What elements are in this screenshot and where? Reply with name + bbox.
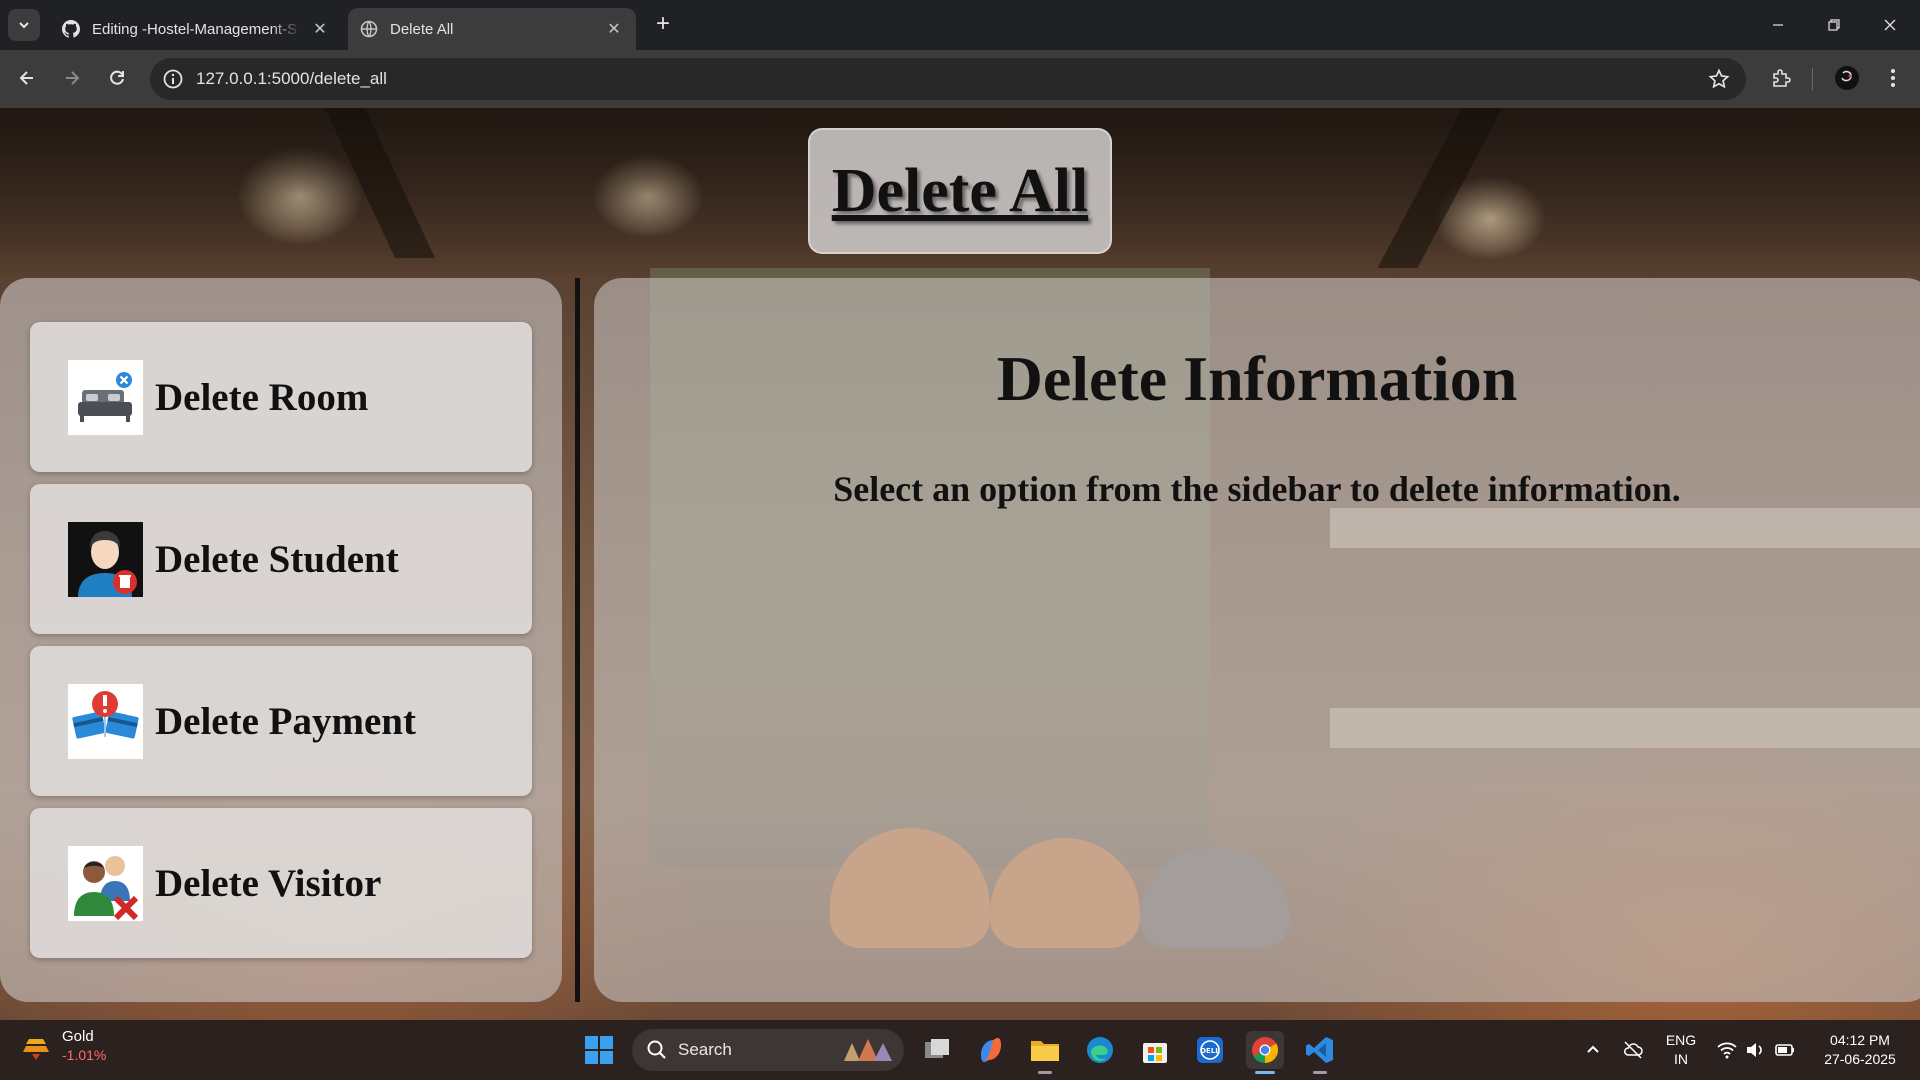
restore-icon [1828,19,1840,31]
windows-taskbar: Gold -1.01% Search DELL ENG IN 04:12 PM … [0,1020,1920,1080]
tab-title: Editing -Hostel-Management-S [92,20,298,38]
new-tab-button[interactable]: + [650,12,676,38]
back-button[interactable] [10,61,44,95]
page-title-box: Delete All [808,128,1112,254]
widget-change: -1.01% [62,1047,107,1063]
clock-time: 04:12 PM [1830,1032,1890,1048]
toolbar-separator [1812,68,1813,90]
language-indicator[interactable]: ENG IN [1662,1031,1700,1069]
chrome-button[interactable] [1246,1031,1284,1069]
site-info-icon[interactable] [162,68,184,90]
edge-button[interactable] [1081,1031,1119,1069]
dell-icon: DELL [1197,1037,1223,1063]
stock-widget[interactable]: Gold -1.01% [20,1028,106,1064]
profile-button[interactable] [1832,63,1862,93]
main-instructions: Select an option from the sidebar to del… [833,469,1681,509]
arrow-right-icon [66,71,80,85]
delete-payment-button[interactable]: Delete Payment [30,646,532,796]
tab-search-button[interactable] [8,9,40,41]
search-label: Search [678,1040,732,1059]
dell-app-button[interactable]: DELL [1191,1031,1229,1069]
reload-button[interactable] [100,61,134,95]
restore-button[interactable] [1806,0,1862,50]
delete-room-button[interactable]: Delete Room [30,322,532,472]
bed-delete-icon [68,359,143,435]
page-title: Delete All [831,156,1089,225]
close-tab-icon[interactable]: ✕ [604,19,624,39]
more-vertical-icon [1891,69,1895,87]
search-highlight-icon [844,1039,892,1061]
student-delete-icon [68,521,143,597]
minimize-button[interactable] [1750,0,1806,50]
close-icon [1884,19,1896,31]
browser-toolbar: 127.0.0.1:5000/delete_all [0,50,1920,108]
volume-icon[interactable] [1744,1039,1766,1061]
reload-icon [110,70,124,85]
visitor-delete-icon [68,845,143,921]
cloud-offline-icon[interactable] [1622,1039,1644,1061]
file-explorer-button[interactable] [1026,1031,1064,1069]
gold-bars-icon [23,1039,49,1060]
main-panel: Delete Information Select an option from… [594,278,1920,1002]
copilot-icon [981,1038,1001,1062]
svg-text:DELL: DELL [1200,1047,1220,1055]
sidebar-divider [575,278,580,1002]
folder-icon [1031,1041,1059,1061]
clock[interactable]: 04:12 PM 27-06-2025 [1812,1031,1908,1069]
puzzle-icon [1773,69,1791,87]
chrome-icon [1252,1037,1279,1064]
wifi-icon[interactable] [1716,1039,1738,1061]
sidebar-item-label: Delete Room [155,375,369,419]
tab-title: Delete All [390,20,454,38]
clock-date: 27-06-2025 [1824,1051,1896,1067]
main-heading: Delete Information [996,343,1518,414]
taskbar-search[interactable]: Search [632,1029,904,1071]
bookmark-star-icon[interactable] [1708,68,1730,90]
close-tab-icon[interactable]: ✕ [310,19,330,39]
chrome-menu-button[interactable] [1878,63,1908,93]
tab-github-editor[interactable]: Editing -Hostel-Management-S ✕ [50,8,342,50]
microsoft-store-button[interactable] [1136,1031,1174,1069]
running-indicator [1038,1071,1052,1074]
github-icon [62,20,80,38]
edge-icon [1087,1037,1113,1063]
chevron-down-icon [19,22,29,29]
sidebar-item-label: Delete Student [155,537,399,581]
sidebar-item-label: Delete Visitor [155,861,382,905]
address-bar[interactable]: 127.0.0.1:5000/delete_all [150,58,1746,100]
vscode-button[interactable] [1301,1031,1339,1069]
arrow-left-icon [19,71,33,85]
task-view-icon [925,1039,949,1058]
tab-delete-all[interactable]: Delete All ✕ [348,8,636,50]
region-code: IN [1674,1051,1688,1067]
task-view-button[interactable] [918,1031,956,1069]
payment-alert-icon [68,683,143,759]
close-window-button[interactable] [1862,0,1918,50]
delete-student-button[interactable]: Delete Student [30,484,532,634]
vscode-icon [1306,1037,1333,1063]
avatar [1835,66,1859,90]
browser-tab-strip: Editing -Hostel-Management-S ✕ Delete Al… [0,0,1920,50]
page-viewport: Delete All Delete Room Delete Student De… [0,108,1920,1020]
windows-logo-icon [585,1036,613,1064]
forward-button[interactable] [55,61,89,95]
start-button[interactable] [580,1031,618,1069]
running-indicator [1313,1071,1327,1074]
extensions-button[interactable] [1766,63,1796,93]
battery-icon[interactable] [1774,1039,1796,1061]
widget-title: Gold [62,1028,94,1045]
running-indicator [1255,1071,1275,1074]
store-icon [1143,1043,1167,1063]
language-code: ENG [1665,1032,1697,1048]
copilot-button[interactable] [972,1031,1010,1069]
globe-icon [360,20,378,38]
minimize-icon [1773,24,1783,26]
chevron-up-icon[interactable] [1582,1039,1604,1061]
url-text[interactable]: 127.0.0.1:5000/delete_all [196,69,387,89]
delete-visitor-button[interactable]: Delete Visitor [30,808,532,958]
sidebar: Delete Room Delete Student Delete Paymen… [0,278,562,1002]
search-icon [647,1040,666,1059]
sidebar-item-label: Delete Payment [155,699,416,743]
